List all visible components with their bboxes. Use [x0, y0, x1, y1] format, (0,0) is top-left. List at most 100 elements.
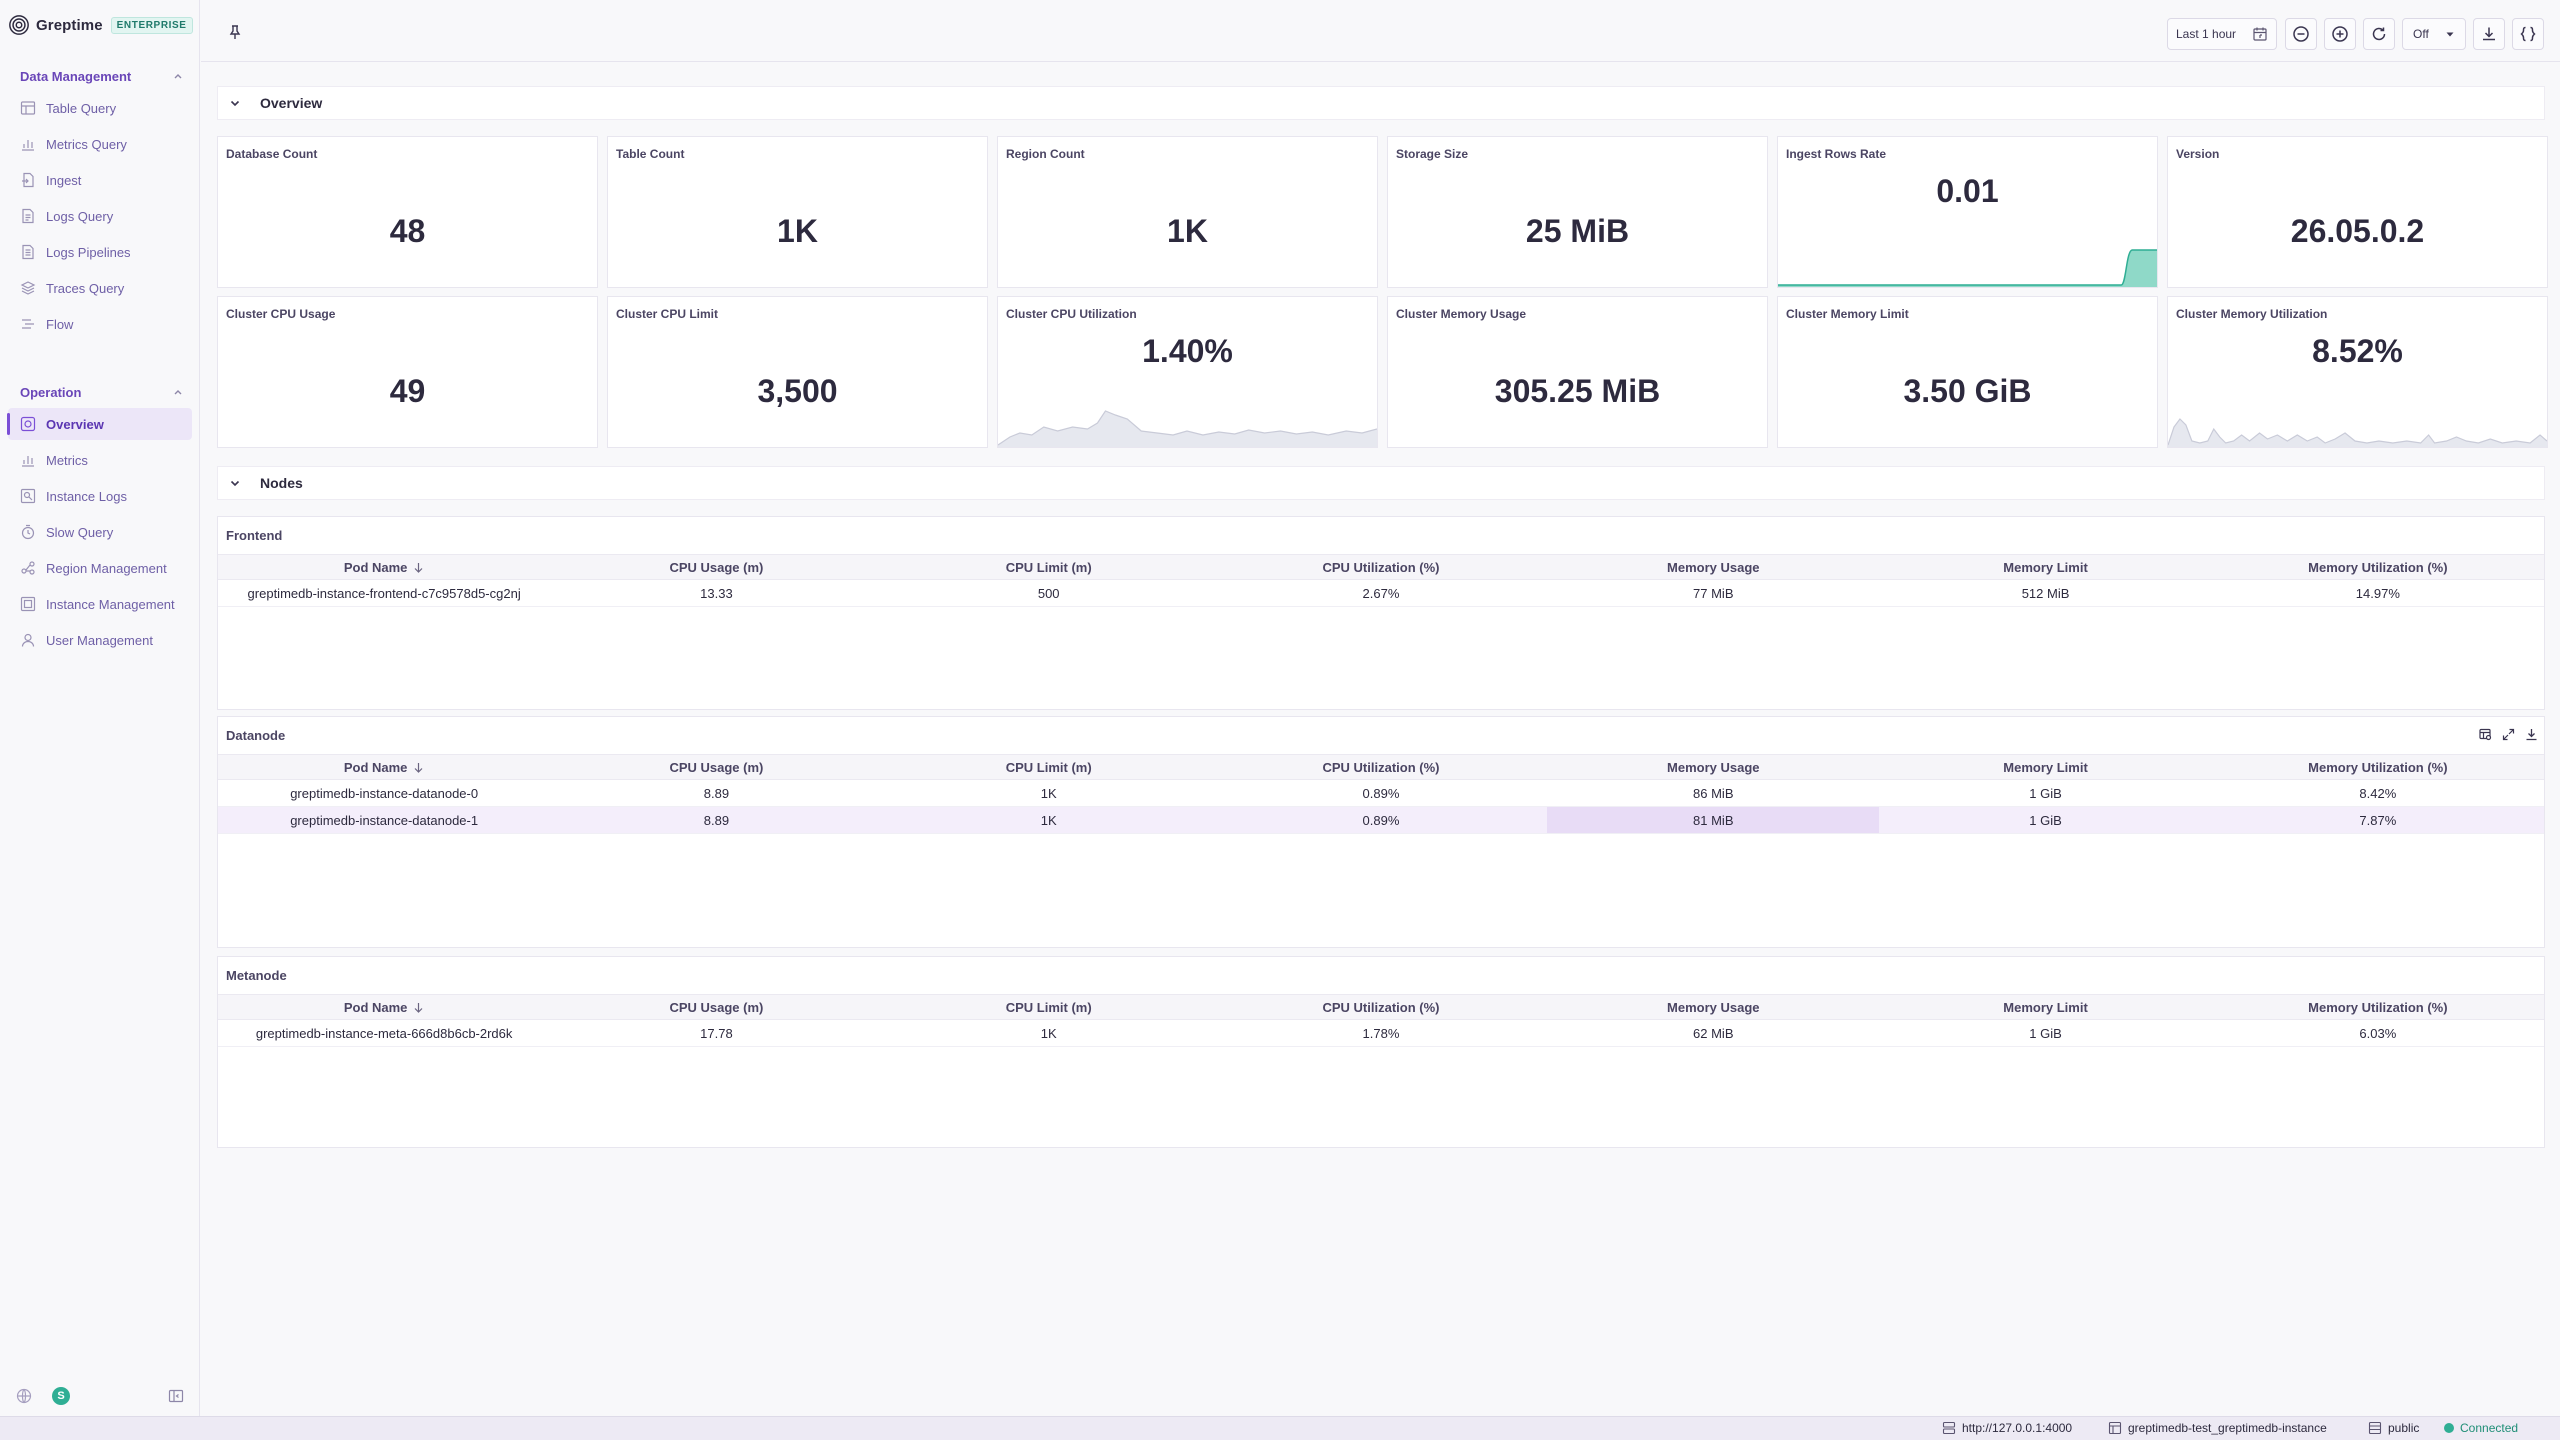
time-range-picker[interactable]: Last 1 hour	[2167, 18, 2277, 50]
stat-label: Cluster CPU Limit	[616, 307, 719, 321]
sidebar-item-user-management[interactable]: User Management	[8, 624, 192, 656]
cell: 62 MiB	[1547, 1019, 1880, 1047]
sidebar: Greptime ENTERPRISE Data Management Tabl…	[0, 0, 200, 1416]
cell: 1 GiB	[1879, 806, 2212, 834]
column-header[interactable]: Memory Usage	[1547, 554, 1880, 580]
table-row[interactable]: greptimedb-instance-meta-666d8b6cb-2rd6k…	[218, 1019, 2544, 1047]
sort-arrow-down-icon	[414, 762, 423, 773]
auto-refresh-select[interactable]: Off	[2402, 18, 2466, 50]
stat-value: 1K	[777, 213, 818, 249]
frontend-table: Pod Name CPU Usage (m) CPU Limit (m) CPU…	[218, 554, 2544, 607]
column-header[interactable]: Memory Limit	[1879, 994, 2212, 1020]
collapse-sidebar-icon[interactable]	[168, 1388, 184, 1404]
zoom-in-icon	[2332, 26, 2348, 42]
cell: 1K	[882, 779, 1215, 807]
column-header[interactable]: Memory Usage	[1547, 754, 1880, 780]
download-icon[interactable]	[2525, 728, 2538, 741]
sidebar-item-traces-query[interactable]: Traces Query	[8, 272, 192, 304]
instance-name[interactable]: greptimedb-test_greptimedb-instance	[2108, 1421, 2327, 1435]
avatar[interactable]: S	[52, 1387, 70, 1405]
stat-value: 0.01	[1936, 173, 1999, 209]
cell: 7.87%	[2211, 806, 2544, 834]
column-header[interactable]: Memory Limit	[1879, 754, 2212, 780]
cell: 14.97%	[2211, 579, 2544, 607]
table-inspect-icon[interactable]	[2479, 728, 2492, 741]
brand[interactable]: Greptime ENTERPRISE	[8, 14, 193, 36]
column-header[interactable]: Memory Utilization (%)	[2211, 554, 2544, 580]
connection-status: Connected	[2444, 1421, 2518, 1435]
connection-url[interactable]: http://127.0.0.1:4000	[1942, 1421, 2072, 1435]
column-header[interactable]: CPU Utilization (%)	[1214, 754, 1548, 780]
chevron-up-icon	[174, 74, 182, 79]
column-header[interactable]: CPU Utilization (%)	[1214, 554, 1548, 580]
cell: 1K	[882, 806, 1215, 834]
chevron-down-icon	[230, 100, 240, 107]
stat-label: Storage Size	[1396, 147, 1469, 161]
sidebar-footer: S	[0, 1384, 200, 1408]
column-header-pod-name[interactable]: Pod Name	[218, 554, 551, 580]
column-header[interactable]: Memory Utilization (%)	[2211, 994, 2544, 1020]
column-header[interactable]: CPU Utilization (%)	[1214, 994, 1548, 1020]
refresh-button[interactable]	[2363, 18, 2395, 50]
stat-cluster-cpu-utilization: Cluster CPU Utilization 1.40%	[997, 296, 1378, 448]
stat-version: Version 26.05.0.2	[2167, 136, 2548, 288]
zoom-in-button[interactable]	[2324, 18, 2356, 50]
stat-cluster-memory-usage: Cluster Memory Usage 305.25 MiB	[1387, 296, 1768, 448]
stat-value: 48	[389, 213, 426, 249]
status-dot-icon	[2444, 1423, 2454, 1433]
database-selector[interactable]: public	[2368, 1421, 2419, 1435]
stat-table-count: Table Count 1K	[607, 136, 988, 288]
stat-cluster-cpu-limit: Cluster CPU Limit 3,500	[607, 296, 988, 448]
datanode-table-panel: Datanode Pod Name CPU Usage (m) CPU Limi…	[217, 716, 2545, 948]
column-header[interactable]: Memory Limit	[1879, 554, 2212, 580]
sidebar-item-table-query[interactable]: Table Query	[8, 92, 192, 124]
table-row[interactable]: greptimedb-instance-datanode-1 8.89 1K 0…	[218, 806, 2544, 834]
status-bar: http://127.0.0.1:4000 greptimedb-test_gr…	[0, 1416, 2560, 1440]
overview-section-header[interactable]: Overview	[217, 86, 2545, 120]
region-icon	[21, 561, 35, 575]
sidebar-item-metrics-query[interactable]: Metrics Query	[8, 128, 192, 160]
stat-value: 25 MiB	[1525, 213, 1630, 249]
cell: 500	[882, 579, 1215, 607]
sidebar-item-instance-logs[interactable]: Instance Logs	[8, 480, 192, 512]
nav-section-header[interactable]: Operation	[0, 380, 200, 404]
download-button[interactable]	[2473, 18, 2505, 50]
globe-icon[interactable]	[16, 1388, 32, 1404]
pin-icon[interactable]	[227, 24, 243, 40]
stat-cluster-memory-limit: Cluster Memory Limit 3.50 GiB	[1777, 296, 2158, 448]
column-header-pod-name[interactable]: Pod Name	[218, 994, 551, 1020]
refresh-icon	[2372, 27, 2386, 41]
overview-icon	[20, 416, 36, 432]
column-header[interactable]: Memory Utilization (%)	[2211, 754, 2544, 780]
column-header[interactable]: Memory Usage	[1547, 994, 1880, 1020]
column-header[interactable]: CPU Limit (m)	[882, 554, 1215, 580]
nodes-section-header[interactable]: Nodes	[217, 466, 2545, 500]
sidebar-item-ingest[interactable]: Ingest	[8, 164, 192, 196]
column-header-pod-name[interactable]: Pod Name	[218, 754, 551, 780]
sidebar-item-overview[interactable]: Overview	[7, 408, 192, 440]
table-row[interactable]: greptimedb-instance-datanode-0 8.89 1K 0…	[218, 779, 2544, 807]
cell: 2.67%	[1214, 579, 1548, 607]
sidebar-item-metrics[interactable]: Metrics	[8, 444, 192, 476]
zoom-out-button[interactable]	[2285, 18, 2317, 50]
nav-section-header[interactable]: Data Management	[0, 64, 200, 88]
table-row[interactable]: greptimedb-instance-frontend-c7c9578d5-c…	[218, 579, 2544, 607]
chevron-down-icon	[2446, 32, 2454, 37]
cell: 86 MiB	[1547, 779, 1880, 807]
json-view-button[interactable]	[2512, 18, 2544, 50]
column-header[interactable]: CPU Usage (m)	[550, 754, 883, 780]
column-header[interactable]: CPU Usage (m)	[550, 994, 883, 1020]
column-header[interactable]: CPU Usage (m)	[550, 554, 883, 580]
sidebar-item-instance-management[interactable]: Instance Management	[8, 588, 192, 620]
expand-icon[interactable]	[2502, 728, 2515, 741]
stat-value: 1K	[1167, 213, 1208, 249]
sidebar-item-flow[interactable]: Flow	[8, 308, 192, 340]
column-header[interactable]: CPU Limit (m)	[882, 754, 1215, 780]
sidebar-item-logs-query[interactable]: Logs Query	[8, 200, 192, 232]
panel-tools	[2479, 728, 2538, 741]
table-icon	[20, 101, 36, 115]
sidebar-item-logs-pipelines[interactable]: Logs Pipelines	[8, 236, 192, 268]
column-header[interactable]: CPU Limit (m)	[882, 994, 1215, 1020]
sidebar-item-slow-query[interactable]: Slow Query	[8, 516, 192, 548]
sidebar-item-region-management[interactable]: Region Management	[8, 552, 192, 584]
